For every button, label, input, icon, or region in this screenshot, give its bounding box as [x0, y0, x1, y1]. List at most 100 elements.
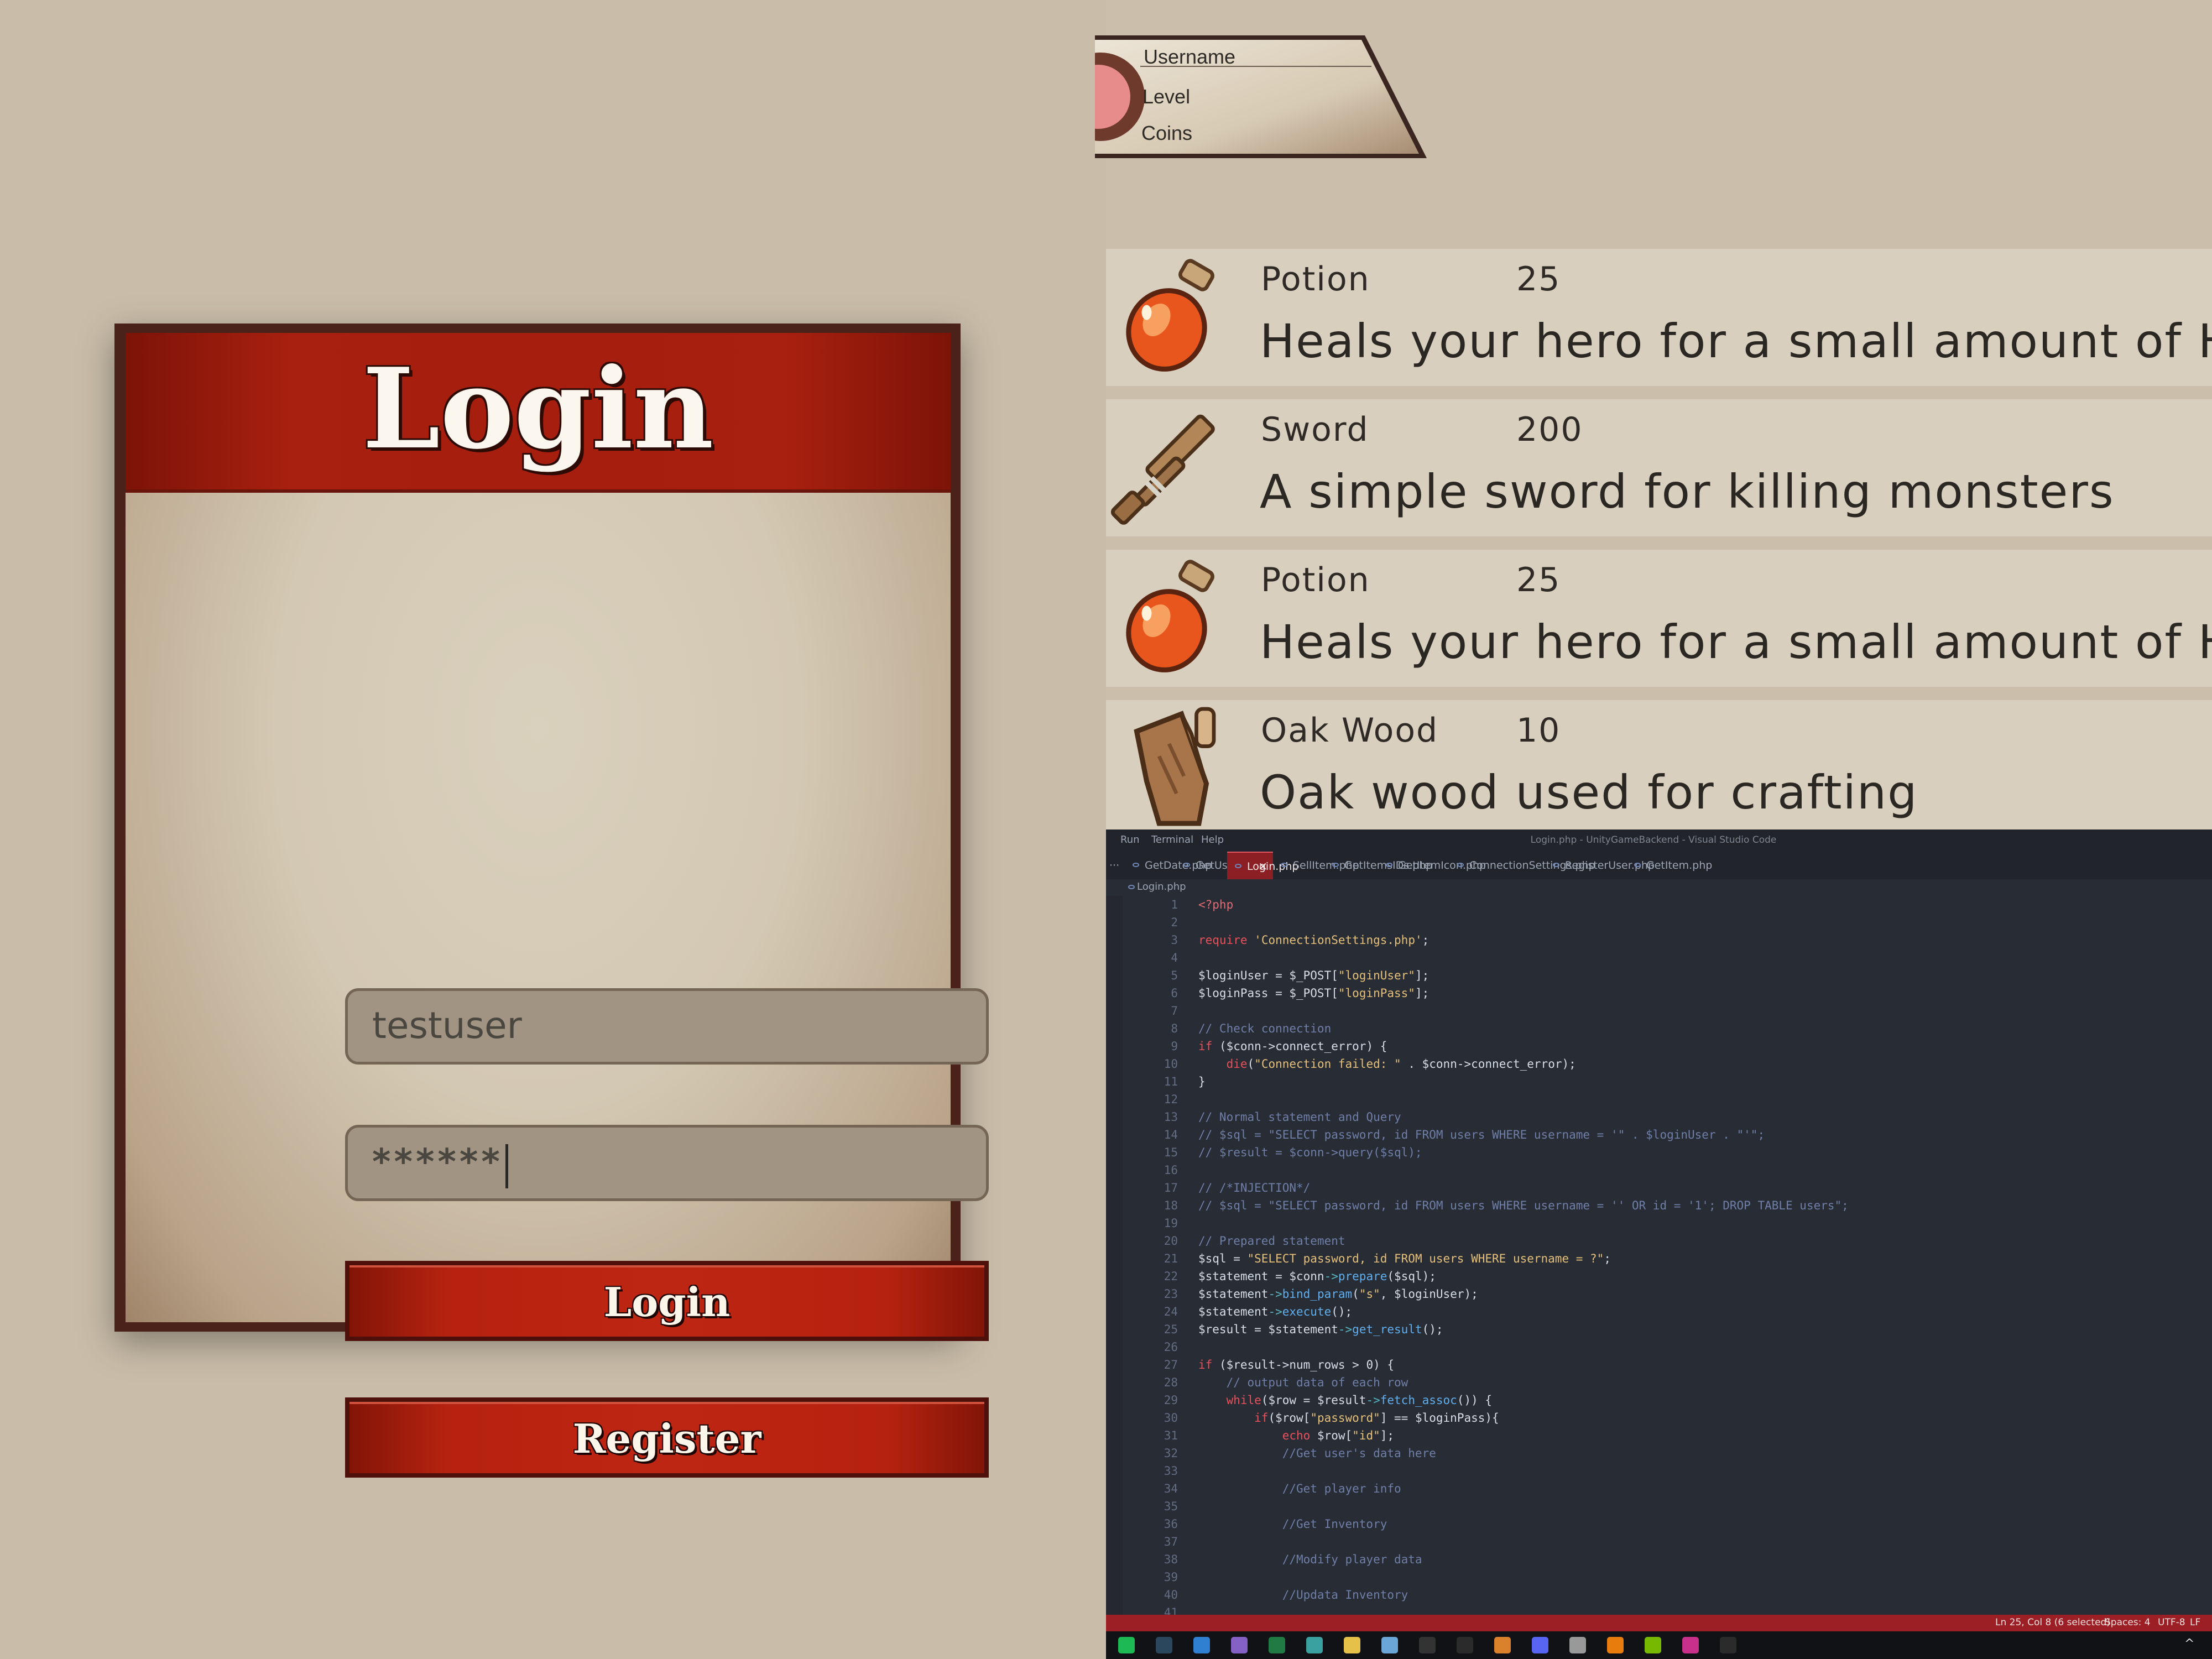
- vscode-icon[interactable]: [1193, 1637, 1210, 1653]
- code-line[interactable]: 1 <?php: [1106, 896, 2212, 914]
- code-line[interactable]: 19: [1106, 1214, 2212, 1232]
- code-line[interactable]: 8 // Check connection: [1106, 1020, 2212, 1037]
- item-description: A simple sword for killing monsters: [1260, 465, 2115, 519]
- code-line[interactable]: 38 //Modify player data: [1106, 1551, 2212, 1568]
- tab-getitem[interactable]: GetItem.php: [1626, 852, 1712, 879]
- code-line[interactable]: 31 echo $row["id"];: [1106, 1427, 2212, 1444]
- cursor-position[interactable]: Ln 25, Col 8 (6 selected): [1995, 1617, 2110, 1628]
- code-line[interactable]: 27 if ($result->num_rows > 0) {: [1106, 1356, 2212, 1374]
- menu-terminal[interactable]: Terminal: [1151, 834, 1193, 846]
- menu-run[interactable]: Run: [1120, 834, 1140, 846]
- code-line[interactable]: 39: [1106, 1568, 2212, 1586]
- code-line[interactable]: 13 // Normal statement and Query: [1106, 1108, 2212, 1126]
- shop-item-row[interactable]: Potion 25 Heals your hero for a small am…: [1106, 249, 2212, 386]
- tray-chevron-icon[interactable]: ^: [2184, 1637, 2194, 1651]
- code-line[interactable]: 12: [1106, 1091, 2212, 1108]
- discord-icon[interactable]: [1532, 1637, 1548, 1653]
- code-text: $statement->bind_param("s", $loginUser);: [1198, 1287, 1478, 1301]
- code-line[interactable]: 24 $statement->execute();: [1106, 1303, 2212, 1321]
- tab-sellitem[interactable]: SellItem.php: [1273, 852, 1359, 879]
- code-line[interactable]: 23 $statement->bind_param("s", $loginUser…: [1106, 1285, 2212, 1303]
- code-line[interactable]: 37: [1106, 1533, 2212, 1551]
- fs-icon[interactable]: [1494, 1637, 1511, 1653]
- login-title: Login: [362, 344, 714, 474]
- code-line[interactable]: 16: [1106, 1161, 2212, 1179]
- app-icon[interactable]: [1344, 1637, 1360, 1653]
- epic-games-icon[interactable]: [1419, 1637, 1436, 1653]
- menu-help[interactable]: Help: [1201, 834, 1224, 846]
- code-line[interactable]: 36 //Get Inventory: [1106, 1515, 2212, 1533]
- tab-login[interactable]: Login.php ✕: [1227, 852, 1298, 880]
- code-line[interactable]: 40 //Updata Inventory: [1106, 1586, 2212, 1604]
- tab-getitemsids[interactable]: GetItemsIDs.php: [1324, 852, 1432, 879]
- blender-icon[interactable]: [1607, 1637, 1624, 1653]
- code-line[interactable]: 25 $result = $statement->get_result();: [1106, 1321, 2212, 1338]
- password-input[interactable]: ******: [345, 1125, 989, 1201]
- code-line[interactable]: 5 $loginUser = $_POST["loginUser"];: [1106, 967, 2212, 984]
- eol-status[interactable]: LF: [2190, 1617, 2200, 1628]
- code-line[interactable]: 3 require 'ConnectionSettings.php';: [1106, 931, 2212, 949]
- encoding-status[interactable]: UTF-8: [2158, 1617, 2185, 1628]
- indentation-status[interactable]: Spaces: 4: [2105, 1617, 2151, 1628]
- shop-item-row[interactable]: Oak Wood 10 Oak wood used for crafting: [1106, 700, 2212, 830]
- tab-getdate[interactable]: GetDate.php: [1125, 852, 1212, 879]
- code-line[interactable]: 21 $sql = "SELECT password, id FROM users…: [1106, 1250, 2212, 1267]
- code-line[interactable]: 9 if ($conn->connect_error) {: [1106, 1037, 2212, 1055]
- code-line[interactable]: 10 die("Connection failed: " . $conn->co…: [1106, 1055, 2212, 1073]
- code-line[interactable]: 35: [1106, 1498, 2212, 1515]
- code-line[interactable]: 4: [1106, 949, 2212, 967]
- code-line[interactable]: 30 if($row["password"] == $loginPass){: [1106, 1409, 2212, 1427]
- code-line[interactable]: 2: [1106, 914, 2212, 931]
- line-number: 32: [1164, 1447, 1178, 1460]
- line-number: 39: [1164, 1571, 1178, 1584]
- code-line[interactable]: 14 // $sql = "SELECT password, id FROM us…: [1106, 1126, 2212, 1144]
- line-number: 17: [1164, 1181, 1178, 1194]
- code-line[interactable]: 22 $statement = $conn->prepare($sql);: [1106, 1267, 2212, 1285]
- line-number: 18: [1164, 1199, 1178, 1212]
- register-button[interactable]: Register: [345, 1397, 989, 1478]
- item-description: Oak wood used for crafting: [1260, 765, 1918, 820]
- shop-item-row[interactable]: Sword 200 A simple sword for killing mon…: [1106, 399, 2212, 536]
- code-line[interactable]: 32 //Get user's data here: [1106, 1444, 2212, 1462]
- code-text: if ($conn->connect_error) {: [1198, 1040, 1387, 1053]
- tab-getitemicon[interactable]: GetItemIcon.php: [1378, 852, 1486, 879]
- unity-hub-icon[interactable]: [1306, 1637, 1323, 1653]
- code-line[interactable]: 6 $loginPass = $_POST["loginPass"];: [1106, 984, 2212, 1002]
- code-text: //Get Inventory: [1198, 1517, 1387, 1531]
- steam-icon[interactable]: [1156, 1637, 1172, 1653]
- login-button[interactable]: Login: [345, 1261, 989, 1341]
- nvidia-icon[interactable]: [1645, 1637, 1661, 1653]
- code-line[interactable]: 20 // Prepared statement: [1106, 1232, 2212, 1250]
- unity-icon[interactable]: [1457, 1637, 1473, 1653]
- tabs-overflow-button[interactable]: ···: [1106, 852, 1123, 879]
- network-icon[interactable]: [1381, 1637, 1398, 1653]
- spotify-icon[interactable]: [1118, 1637, 1135, 1653]
- app-icon[interactable]: [1682, 1637, 1699, 1653]
- code-line[interactable]: 33: [1106, 1462, 2212, 1480]
- code-line[interactable]: 28 // output data of each row: [1106, 1374, 2212, 1391]
- tab-connectionsettings[interactable]: ConnectionSettings.php: [1449, 852, 1595, 879]
- code-line[interactable]: 29 while($row = $result->fetch_assoc()) …: [1106, 1391, 2212, 1409]
- code-line[interactable]: 34 //Get player info: [1106, 1480, 2212, 1498]
- code-text: // Prepared statement: [1198, 1234, 1345, 1248]
- code-line[interactable]: 11}: [1106, 1073, 2212, 1091]
- breadcrumb-file[interactable]: Login.php: [1137, 881, 1186, 893]
- username-input[interactable]: testuser: [345, 988, 989, 1065]
- unity-icon[interactable]: [1720, 1637, 1736, 1653]
- code-line[interactable]: 26: [1106, 1338, 2212, 1356]
- register-button-face: Register: [349, 1402, 984, 1473]
- visual-studio-icon[interactable]: [1231, 1637, 1248, 1653]
- close-tab-icon[interactable]: ✕: [1258, 853, 1267, 880]
- shop-item-row[interactable]: Potion 25 Heals your hero for a small am…: [1106, 550, 2212, 687]
- level-label: Level: [1142, 85, 1191, 108]
- code-line[interactable]: 15 // $result = $conn->query($sql);: [1106, 1144, 2212, 1161]
- code-line[interactable]: 18 // $sql = "SELECT password, id FROM us…: [1106, 1197, 2212, 1214]
- line-number: 4: [1171, 951, 1178, 964]
- code-line[interactable]: 7: [1106, 1002, 2212, 1020]
- excel-icon[interactable]: [1269, 1637, 1285, 1653]
- code-line[interactable]: 17 // /*INJECTION*/: [1106, 1179, 2212, 1197]
- tab-getusers[interactable]: GetUsers.php: [1176, 852, 1267, 879]
- tab-registeruser[interactable]: RegisterUser.php: [1545, 852, 1655, 879]
- code-text: $loginPass = $_POST["loginPass"];: [1198, 987, 1430, 1000]
- clapper-icon[interactable]: [1569, 1637, 1586, 1653]
